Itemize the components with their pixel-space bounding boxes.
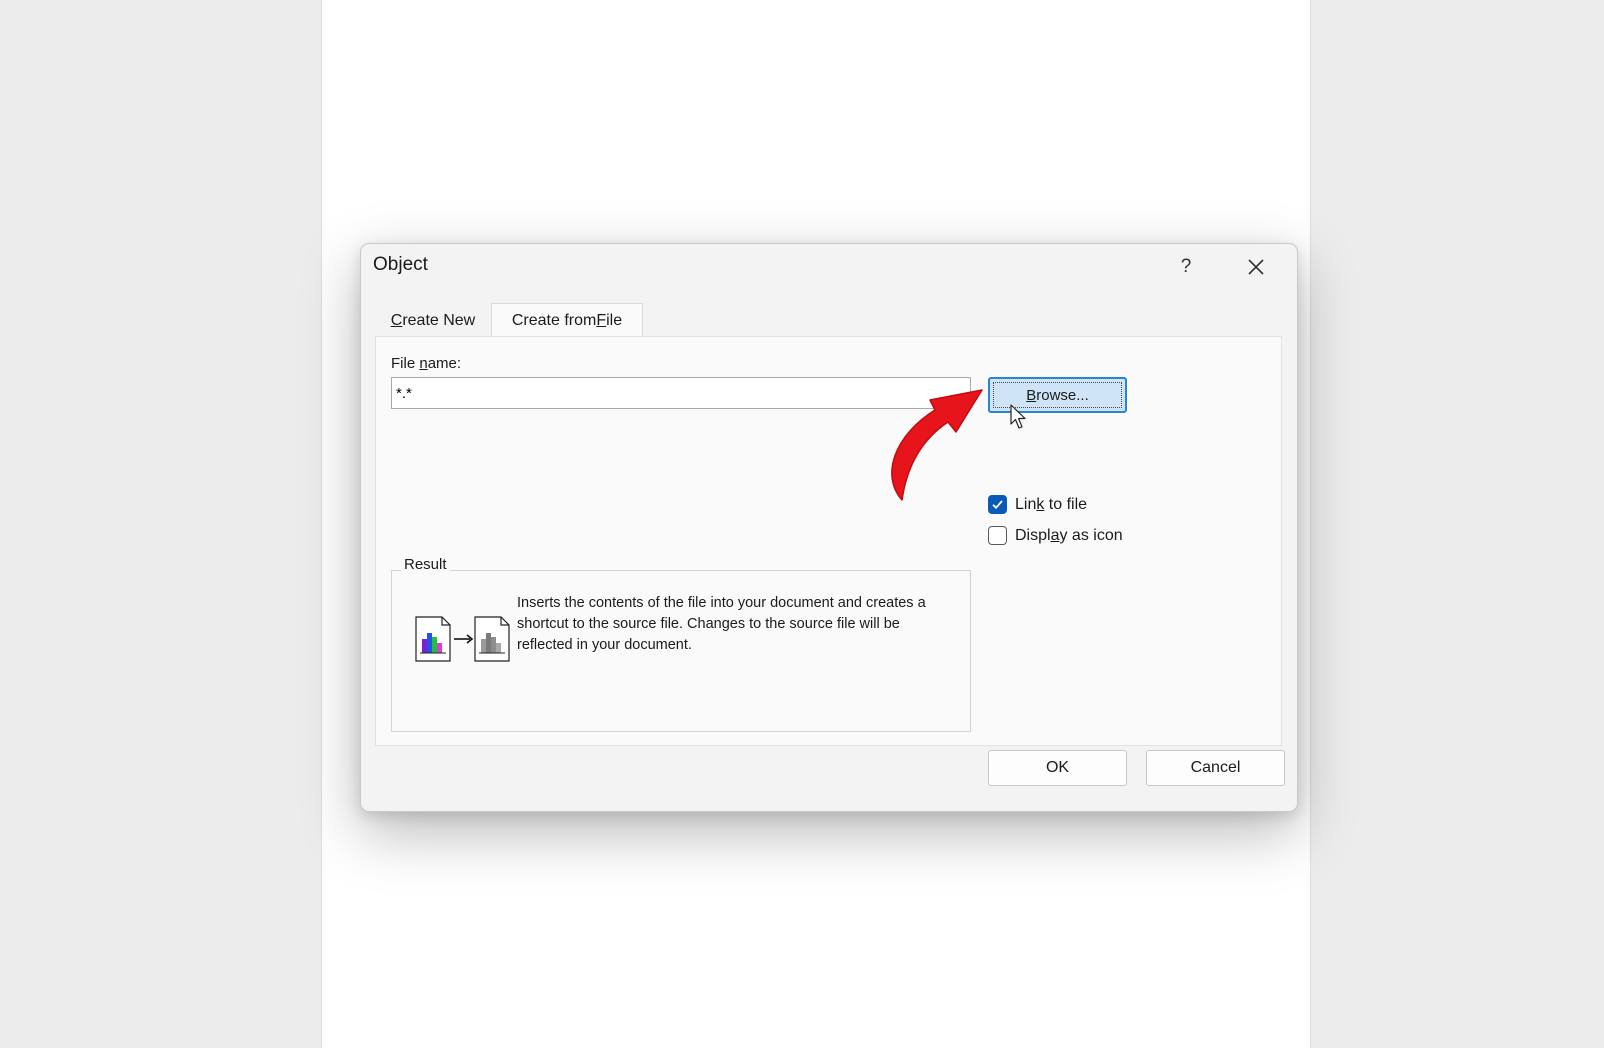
tab-create-new[interactable]: Create New: [375, 306, 491, 336]
shortcut-file-icon: [474, 616, 510, 662]
checkbox-unchecked[interactable]: [988, 526, 1007, 545]
mouse-cursor-icon: [1010, 404, 1026, 429]
file-name-label: File name:: [391, 355, 462, 372]
display-as-icon-checkbox[interactable]: Display as icon: [988, 526, 1123, 545]
link-to-file-label: Link to file: [1015, 495, 1088, 513]
tab-panel-create-from-file: File name: Browse... Link to file Displa…: [375, 336, 1282, 746]
result-description: Inserts the contents of the file into yo…: [517, 595, 926, 653]
close-button[interactable]: [1239, 251, 1273, 283]
result-group: Inserts the contents of the file into yo…: [391, 570, 971, 732]
cancel-button[interactable]: Cancel: [1146, 750, 1285, 786]
close-icon: [1248, 259, 1264, 275]
arrow-right-icon: [454, 634, 474, 644]
link-to-file-checkbox[interactable]: Link to file: [988, 495, 1087, 514]
browse-button[interactable]: Browse...: [988, 377, 1127, 413]
chart-file-icon: [415, 616, 451, 662]
dialog-title: Object: [373, 254, 428, 275]
tab-create-from-file[interactable]: Create from File: [491, 303, 643, 337]
result-illustration: [415, 616, 510, 662]
help-button[interactable]: ?: [1171, 252, 1201, 282]
ok-button[interactable]: OK: [988, 750, 1127, 786]
result-label: Result: [401, 556, 450, 573]
file-name-input[interactable]: [391, 377, 971, 409]
red-annotation-arrow-icon: [891, 389, 983, 501]
display-as-icon-label: Display as icon: [1015, 526, 1123, 544]
object-dialog: Object ? Create New Create from File Fil…: [360, 243, 1298, 812]
